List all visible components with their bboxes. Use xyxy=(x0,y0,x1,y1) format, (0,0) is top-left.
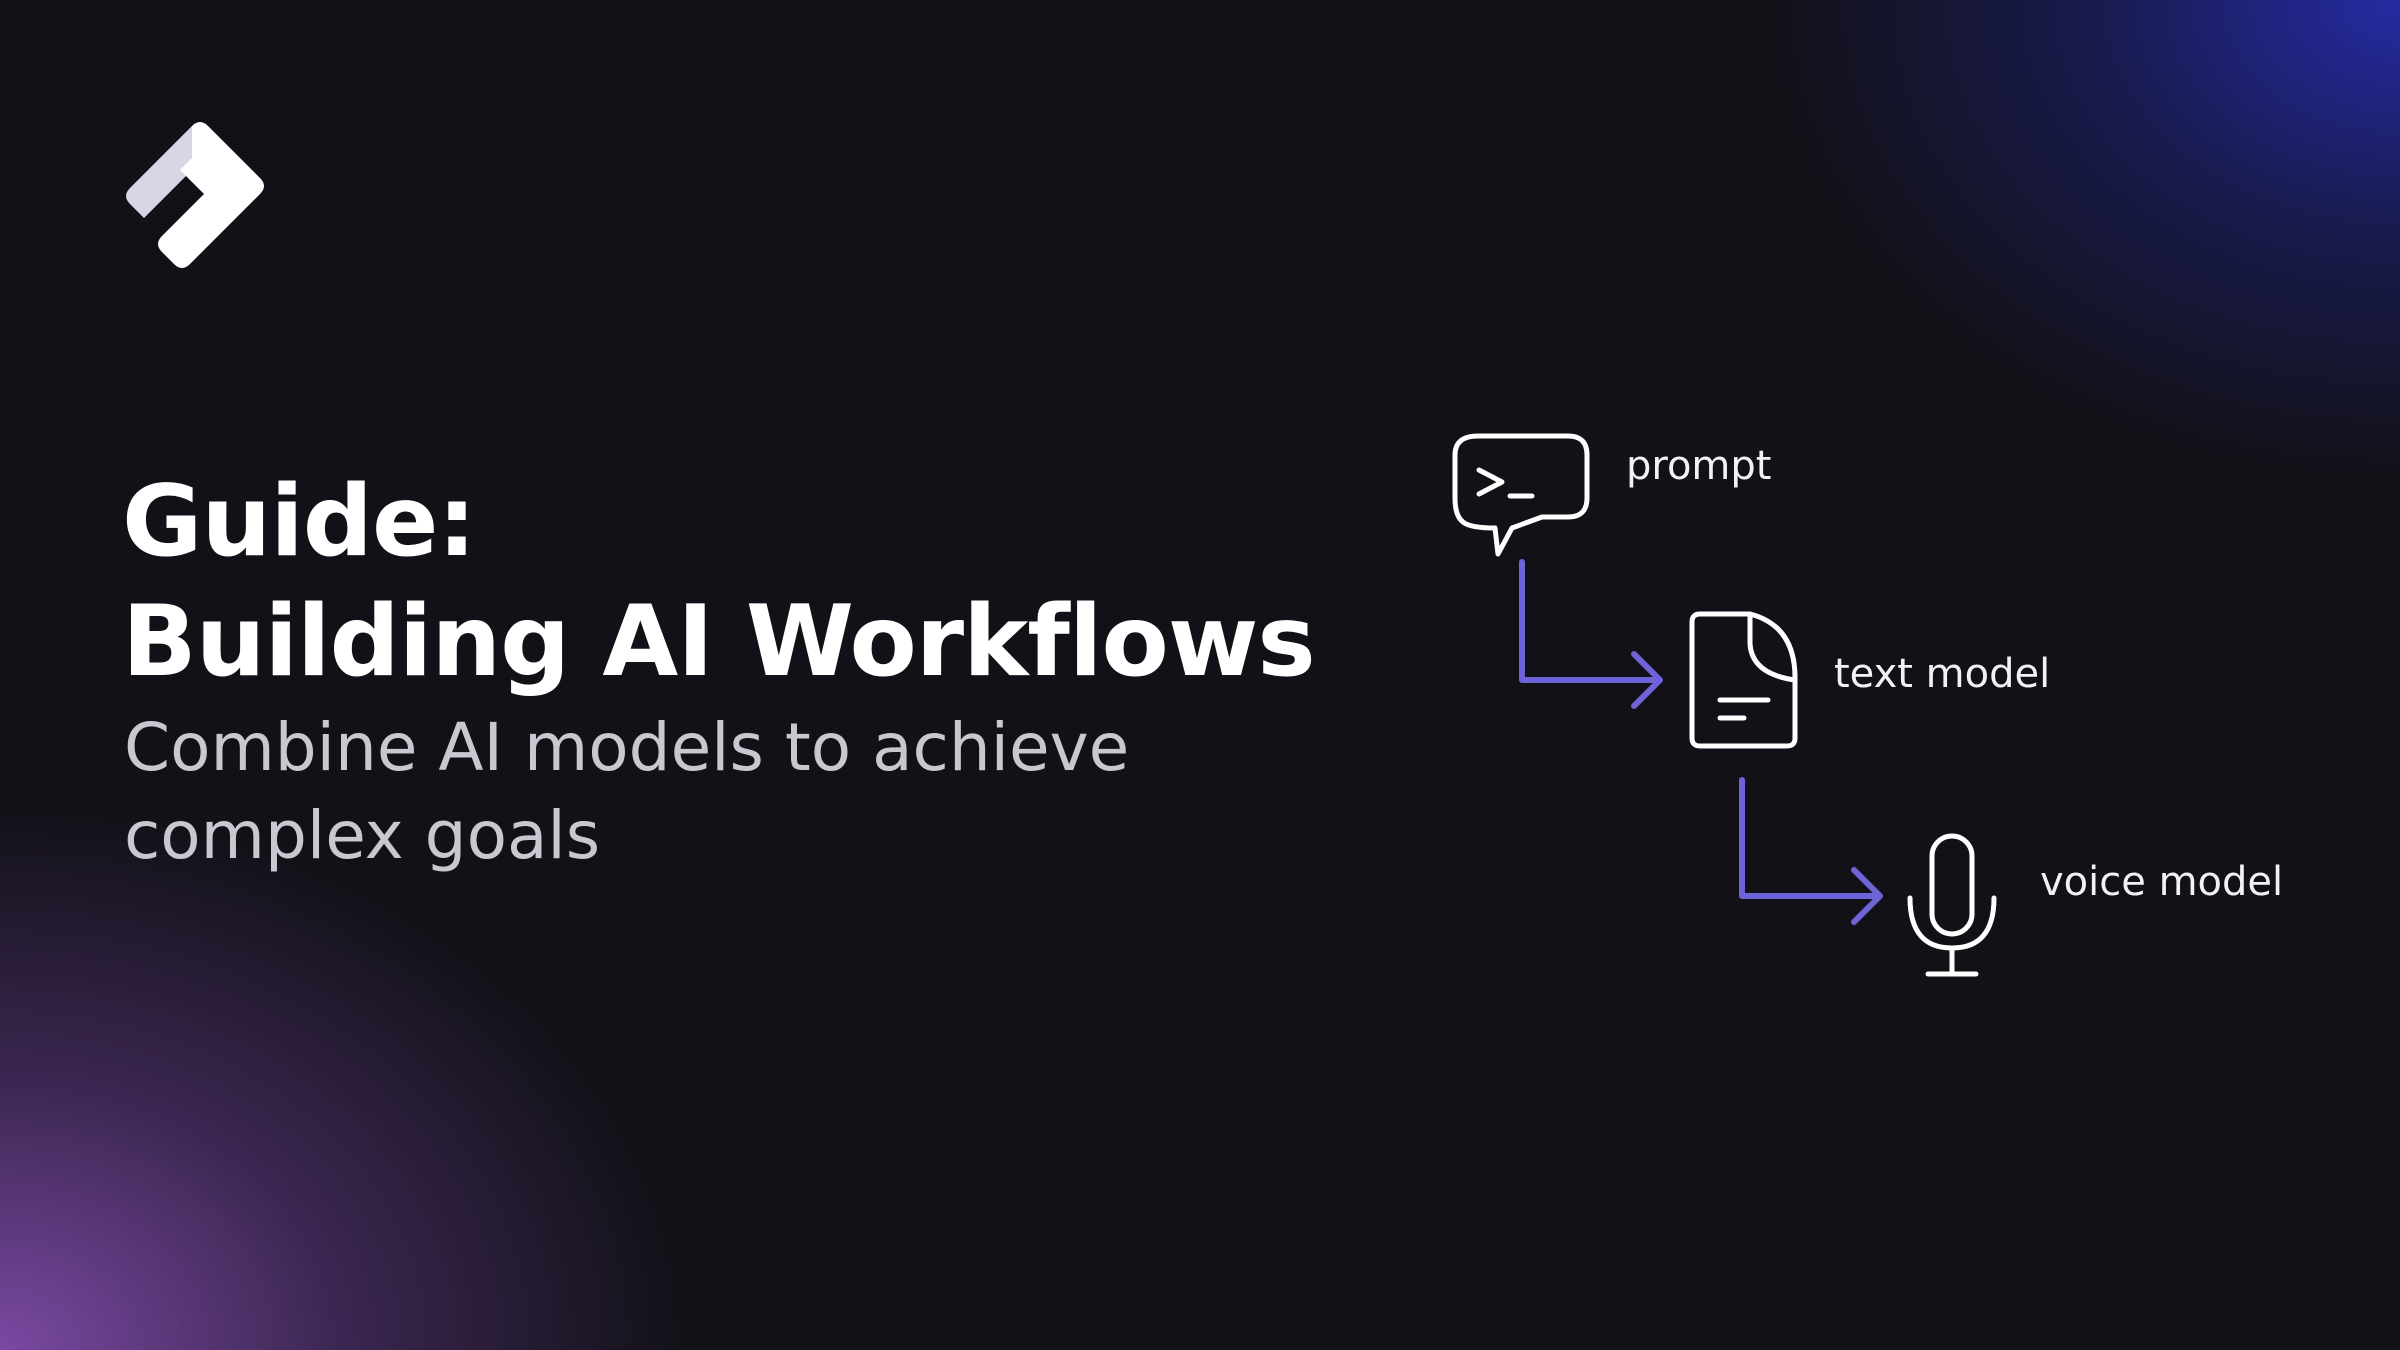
step-label-text-model: text model xyxy=(1834,651,2051,697)
hero-banner: Guide: Building AI Workflows Combine AI … xyxy=(0,0,2400,1350)
terminal-chat-icon xyxy=(1452,433,1590,557)
flow-arrow-1 xyxy=(1519,559,1663,709)
step-label-voice-model: voice model xyxy=(2040,859,2284,905)
document-icon xyxy=(1689,611,1798,749)
flow-arrow-2 xyxy=(1739,777,1883,925)
microphone-icon xyxy=(1907,833,1997,977)
step-label-prompt: prompt xyxy=(1626,443,1772,489)
